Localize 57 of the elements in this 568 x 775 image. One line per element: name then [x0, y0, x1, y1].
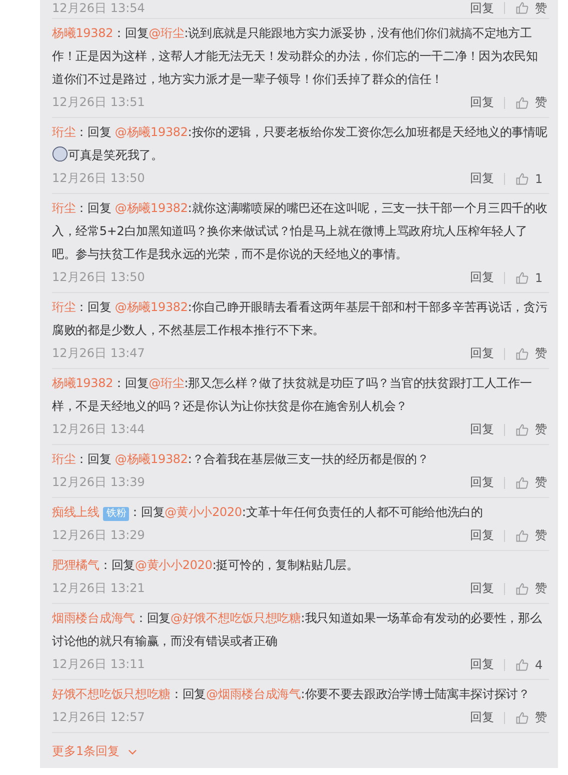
comment-text: 珩尘：回复 @杨曦19382:按你的逻辑，只要老板给你发工资你怎么加班都是天经地义的事情呢 可真是笑死我了。: [52, 124, 548, 164]
like-label[interactable]: 1: [535, 172, 549, 186]
like-label[interactable]: 赞: [535, 345, 549, 362]
like-label[interactable]: 赞: [535, 580, 549, 597]
timestamp: 12月26日 13:47: [52, 345, 145, 362]
emoji-icon: [52, 146, 68, 162]
timestamp: 12月26日 12:57: [52, 709, 145, 726]
comment-text: 杨曦19382：回复@珩尘:说到底就是只能跟地方实力派妥协，没有他们你们就搞不定地方工作！正是因为这样，这帮人才能无法无天！发动群众的办法，你们忘的一干二净！因为农民知道你们不过是路过，地方实力派才是一辈子领导！你们丢掉了群众的信任！: [52, 25, 539, 88]
reply-link[interactable]: 回复: [470, 709, 494, 726]
thumbs-up-icon[interactable]: [515, 422, 529, 436]
comment-text: 烟雨楼台成海气：回复@好饿不想吃饭只想吃糖:我只知道如果一场革命有发动的必要性，那么讨论他的就只有输赢，而没有错误或者正确: [52, 610, 543, 650]
like-label[interactable]: 赞: [535, 527, 549, 544]
comment-text: 好饿不想吃饭只想吃糖：回复@烟雨楼台成海气:你要不要去跟政治学博士陆寓丰探讨探讨？: [52, 686, 531, 703]
like-label[interactable]: 赞: [535, 0, 549, 16]
reply-link[interactable]: 回复: [470, 170, 494, 187]
like-label[interactable]: 赞: [535, 94, 549, 111]
thumbs-up-icon[interactable]: [515, 96, 529, 110]
thumbs-up-icon[interactable]: [515, 528, 529, 542]
reply-link[interactable]: 回复: [470, 474, 494, 491]
comment-text: 痴线上线 铁粉 ：回复@黄小小2020:文革十年任何负责任的人都不可能给他洗白的: [52, 504, 484, 523]
like-label[interactable]: 赞: [535, 421, 549, 438]
thumbs-up-icon[interactable]: [515, 1, 529, 15]
thumbs-up-icon[interactable]: [515, 172, 529, 186]
thumbs-up-icon[interactable]: [515, 582, 529, 596]
reply-link[interactable]: 回复: [470, 0, 494, 16]
like-label[interactable]: 4: [535, 658, 549, 672]
caret-icon: [128, 748, 137, 754]
comment-text: 珩尘：回复 @杨曦19382:你自己睁开眼睛去看看这两年基层干部和村干部多辛苦再说话，贪污腐败的都是少数人，不然基层工作根本推行不下来。: [52, 299, 548, 339]
comment-text: 珩尘：回复 @杨曦19382:就你这满嘴喷屎的嘴巴还在这叫呢，三支一扶干部一个月三四千的收入，经常5+2白加黑知道吗？换你来做试试？怕是马上就在微博上骂政府坑人压榨年轻人了吧。参与扶贫工作是我永远的光荣，而不是你说的天经地义的事情。: [52, 200, 548, 263]
comment-text: 珩尘：回复 @杨曦19382:？合着我在基层做三支一扶的经历都是假的？: [52, 451, 430, 468]
thumbs-up-icon[interactable]: [515, 658, 529, 672]
reply-link[interactable]: 回复: [470, 94, 494, 111]
like-label[interactable]: 赞: [535, 709, 549, 726]
timestamp: 12月26日 13:11: [52, 656, 145, 673]
thumbs-up-icon[interactable]: [515, 710, 529, 724]
timestamp: 12月26日 13:44: [52, 421, 145, 438]
timestamp: 12月26日 13:21: [52, 580, 145, 597]
timestamp: 12月26日 13:54: [52, 0, 145, 16]
thumbs-up-icon[interactable]: [515, 346, 529, 360]
timestamp: 12月26日 13:39: [52, 474, 145, 491]
reply-link[interactable]: 回复: [470, 345, 494, 362]
reply-link[interactable]: 回复: [470, 527, 494, 544]
reply-link[interactable]: 回复: [470, 421, 494, 438]
timestamp: 12月26日 13:29: [52, 527, 145, 544]
timestamp: 12月26日 13:50: [52, 269, 145, 286]
reply-link[interactable]: 回复: [470, 269, 494, 286]
reply-link[interactable]: 回复: [470, 580, 494, 597]
fan-badge: 铁粉: [103, 507, 130, 521]
comment-text: 杨曦19382：回复@珩尘:那又怎么样？做了扶贫就是功臣了吗？当官的扶贫跟打工人工作一样，不是天经地义的吗？还是你认为让你扶贫是你在施舍别人机会？: [52, 375, 533, 415]
reply-link[interactable]: 回复: [470, 656, 494, 673]
like-label[interactable]: 赞: [535, 474, 549, 491]
timestamp: 12月26日 13:51: [52, 94, 145, 111]
thumbs-up-icon[interactable]: [515, 476, 529, 490]
timestamp: 12月26日 13:50: [52, 170, 145, 187]
thumbs-up-icon[interactable]: [515, 270, 529, 284]
like-label[interactable]: 1: [535, 270, 549, 284]
comment-text: 肥狸橘气：回复@黄小小2020:挺可怜的，复制粘贴几层。: [52, 557, 360, 574]
